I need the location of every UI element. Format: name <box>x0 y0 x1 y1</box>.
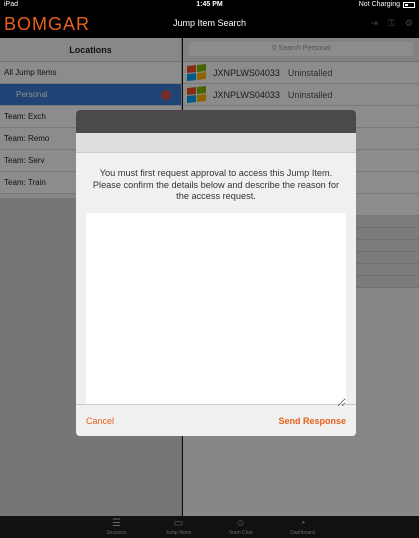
tab-bar: ☰ Sessions ▭ Jump Items ☺ Team Chat ◔ Dashbo… <box>0 516 419 538</box>
dialog-footer: Cancel Send Response <box>76 404 356 436</box>
battery-icon <box>403 2 415 8</box>
access-request-dialog: You must first request approval to acces… <box>76 110 356 436</box>
page-title: Jump Item Search <box>172 18 247 28</box>
jump-arrow-icon[interactable]: ⇥ <box>371 18 379 29</box>
dialog-title-bar <box>76 110 356 133</box>
approval-message: You must first request approval to acces… <box>92 168 340 201</box>
nav-bar: BOMGAR Jump Item Search ⇥ ⚿ ⚙ <box>0 10 419 38</box>
gauge-icon: ◔ <box>299 518 306 529</box>
tab-label: Sessions <box>106 530 127 536</box>
dialog-subheader <box>76 133 356 153</box>
reason-input[interactable] <box>86 212 346 407</box>
nav-icons: ⇥ ⚿ ⚙ <box>371 18 413 29</box>
tab-dashboard[interactable]: ◔ Dashboard <box>281 516 325 538</box>
tab-label: Jump Items <box>165 530 192 536</box>
dialog-body: You must first request approval to acces… <box>76 153 356 407</box>
tab-label: Team Chat <box>228 530 253 536</box>
tab-sessions[interactable]: ☰ Sessions <box>95 516 139 538</box>
battery-status: Not Charging <box>359 0 415 10</box>
team-icon: ☺ <box>235 518 246 529</box>
send-response-button[interactable]: Send Response <box>278 416 346 426</box>
list-icon: ☰ <box>112 518 121 529</box>
tab-jump-items[interactable]: ▭ Jump Items <box>157 516 201 538</box>
key-icon[interactable]: ⚿ <box>388 18 395 29</box>
status-bar: iPad 1:45 PM Not Charging <box>0 0 419 10</box>
tab-team-chat[interactable]: ☺ Team Chat <box>219 516 263 538</box>
gear-icon[interactable]: ⚙ <box>405 18 413 29</box>
charging-label: Not Charging <box>358 1 400 8</box>
tab-label: Dashboard <box>290 530 315 536</box>
cancel-button[interactable]: Cancel <box>86 416 114 426</box>
jump-icon: ▭ <box>173 518 184 529</box>
clock: 1:45 PM <box>196 1 223 8</box>
